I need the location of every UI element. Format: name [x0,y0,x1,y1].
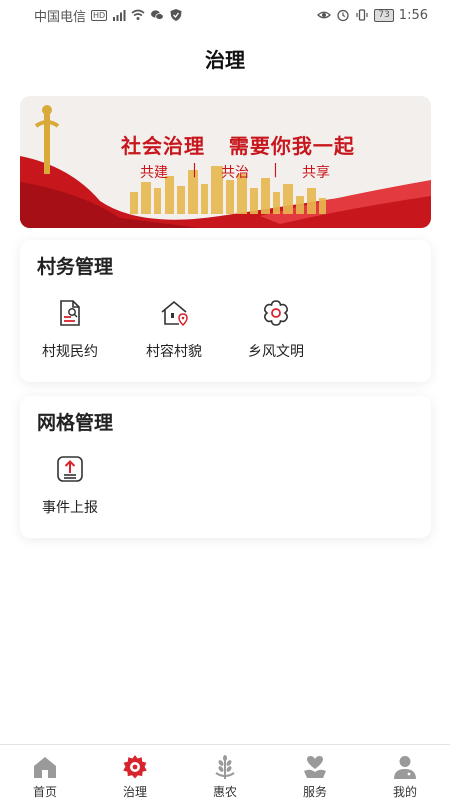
status-right: 73 1:56 [317,8,428,23]
wechat-icon [151,10,164,20]
grid-item-label: 事件上报 [42,500,98,516]
wifi-icon [131,9,145,20]
section-title-village-affairs: 村务管理 [37,256,114,278]
grid-item-village-rules[interactable]: 村规民约 [20,298,120,361]
village-affairs-card: 村务管理 村规民约 村容村貌 乡风文明 [20,240,431,382]
grid-item-village-appearance[interactable]: 村容村貌 [124,298,224,361]
banner-title: 社会治理 需要你我一起 [121,134,355,158]
wheat-icon [215,755,235,779]
grid-item-label: 村规民约 [42,344,98,360]
tab-label: 我的 [392,785,417,799]
page-title: 治理 [205,48,245,72]
tab-label: 治理 [122,785,147,799]
upload-report-icon [57,456,83,482]
banner-subtitle: 共建 | 共治 | 共享 [140,162,330,182]
tab-profile[interactable]: 我的 [360,745,450,800]
tab-label: 服务 [302,785,327,799]
clock: 1:56 [398,7,428,23]
banner-separator-2: | [273,162,278,178]
shield-icon [170,9,182,21]
battery-indicator: 73 [374,8,394,22]
home-icon [34,757,56,778]
eye-icon [317,11,332,19]
user-icon [394,756,416,779]
status-left: 中国电信 HD [34,6,183,25]
gear-icon [123,755,147,779]
tab-services[interactable]: 服务 [270,745,360,800]
grid-item-label: 乡风文明 [248,344,304,360]
bottom-tab-bar: 首页 治理 惠农 服务 我的 [0,744,450,800]
grid-item-label: 村容村貌 [146,344,202,360]
tab-home[interactable]: 首页 [0,745,90,800]
status-bar: 中国电信 HD 73 1:56 [0,0,450,30]
vibrate-icon [356,9,368,21]
flower-icon [263,300,289,326]
tab-label: 惠农 [212,785,237,799]
grid-management-card: 网格管理 事件上报 [20,396,431,538]
alarm-icon [337,9,349,22]
banner-separator-1: | [192,162,197,178]
banner-subtitle-3: 共享 [302,165,330,181]
tab-agriculture[interactable]: 惠农 [180,745,270,800]
banner[interactable]: 社会治理 需要你我一起 共建 | 共治 | 共享 [20,96,431,228]
heart-hand-icon [304,756,326,778]
section-title-grid-management: 网格管理 [37,412,114,434]
grid-item-event-report[interactable]: 事件上报 [20,454,120,517]
tab-governance[interactable]: 治理 [90,745,180,800]
carrier-label: 中国电信 [34,9,87,25]
tab-label: 首页 [32,785,57,799]
document-edit-icon [60,300,80,326]
house-pin-icon [161,300,188,327]
banner-subtitle-1: 共建 [140,165,168,181]
grid-item-civilization[interactable]: 乡风文明 [226,298,326,361]
hd-badge: HD [91,9,108,21]
banner-subtitle-2: 共治 [221,165,249,181]
app-screen: 中国电信 HD 73 1:56 治理 社会治理 需要你我一起 共建 | 共治 |… [0,0,450,800]
signal-icon [113,10,126,21]
